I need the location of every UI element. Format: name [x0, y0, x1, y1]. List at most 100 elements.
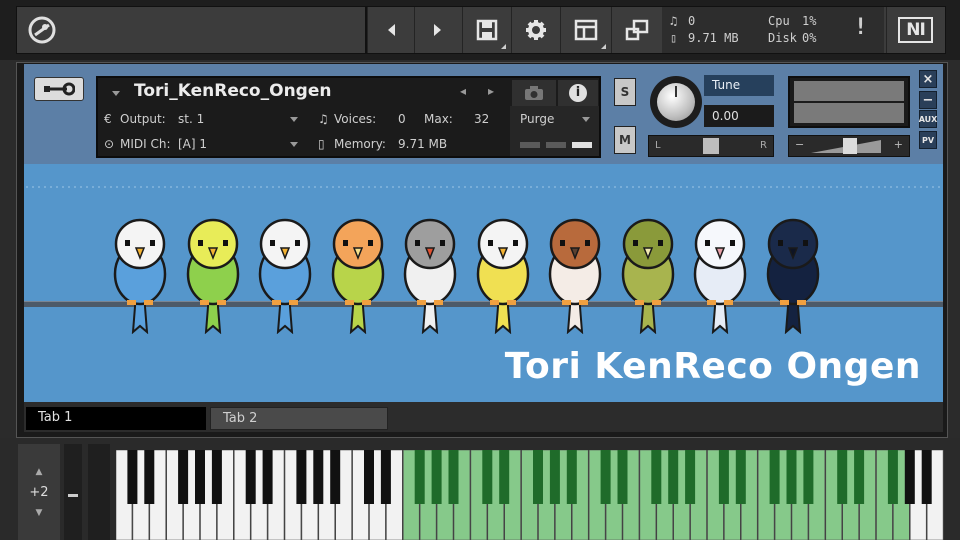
pan-handle[interactable] [703, 138, 719, 154]
minimize-view-button[interactable] [611, 7, 661, 53]
kontakt-logo-icon[interactable] [22, 7, 62, 53]
black-key[interactable] [803, 450, 814, 504]
black-key[interactable] [533, 450, 543, 504]
black-key[interactable] [769, 450, 780, 504]
black-key[interactable] [144, 450, 155, 504]
wrench-icon [44, 82, 75, 96]
close-instrument-button[interactable]: × [919, 70, 937, 88]
max-voices-value[interactable]: 32 [474, 112, 489, 126]
next-arrow-icon[interactable]: ▸ [488, 84, 494, 98]
octave-shift-control[interactable]: ▲ +2 ▼ [18, 444, 60, 540]
black-key[interactable] [549, 450, 560, 504]
black-key[interactable] [195, 450, 205, 504]
black-key[interactable] [330, 450, 341, 504]
midi-dropdown-arrow-icon[interactable] [290, 142, 298, 147]
black-key[interactable] [735, 450, 746, 504]
output-value[interactable]: st. 1 [178, 112, 204, 126]
pv-button[interactable]: PV [919, 131, 937, 149]
midi-activity-icon: ♫ [670, 14, 678, 28]
purge-dropdown[interactable]: Purge [510, 106, 599, 156]
rack-view-button[interactable] [560, 7, 610, 53]
snapshot-button[interactable] [512, 80, 556, 106]
warning-icon[interactable]: ! [854, 15, 867, 40]
save-button[interactable] [462, 7, 510, 53]
black-key[interactable] [617, 450, 628, 504]
midi-channel-label: MIDI Ch: [120, 137, 171, 151]
prev-icon [387, 24, 395, 36]
black-key[interactable] [431, 450, 442, 504]
tab-2[interactable]: Tab 2 [210, 407, 388, 430]
meter-right [794, 103, 904, 123]
instrument-name[interactable]: Tori_KenReco_Ongen [134, 81, 331, 101]
minimize-instrument-button[interactable]: − [919, 91, 937, 109]
camera-icon [525, 86, 543, 100]
aux-button[interactable]: AUX [919, 110, 937, 128]
black-key[interactable] [651, 450, 662, 504]
output-level-meters [788, 76, 910, 128]
black-key[interactable] [364, 450, 374, 504]
memory-chip-icon: ▯ [318, 137, 325, 151]
solo-button[interactable]: S [614, 78, 636, 106]
settings-button[interactable] [511, 7, 559, 53]
black-key[interactable] [178, 450, 189, 504]
ni-logo-icon[interactable]: NI [886, 7, 944, 53]
purge-indicator-2 [546, 142, 566, 148]
midi-channel-value[interactable]: [A] 1 [178, 137, 207, 151]
purge-dropdown-arrow-icon[interactable] [582, 117, 590, 122]
black-key[interactable] [211, 450, 222, 504]
memory-label: Memory: [334, 137, 386, 151]
prev-arrow-icon[interactable]: ◂ [460, 84, 466, 98]
tune-value[interactable]: 0.00 [704, 105, 774, 127]
black-key[interactable] [904, 450, 915, 504]
black-key[interactable] [380, 450, 391, 504]
octave-down-icon[interactable]: ▼ [36, 508, 43, 518]
mod-wheel[interactable] [64, 444, 82, 540]
memory-value: 9.71 MB [688, 31, 739, 45]
purge-indicator-3 [572, 142, 592, 148]
volume-handle[interactable] [843, 138, 857, 154]
black-key[interactable] [448, 450, 459, 504]
black-key[interactable] [786, 450, 797, 504]
purge-label[interactable]: Purge [520, 112, 554, 126]
black-key[interactable] [296, 450, 307, 504]
voices-value: 0 [398, 112, 406, 126]
black-key[interactable] [718, 450, 729, 504]
octave-up-icon[interactable]: ▲ [36, 467, 43, 477]
black-key[interactable] [887, 450, 898, 504]
save-icon [476, 19, 497, 41]
info-button[interactable]: i [558, 80, 598, 106]
midi-channel-icon: ⊙ [104, 137, 115, 151]
black-key[interactable] [499, 450, 510, 504]
bird-crow [766, 218, 819, 334]
black-key[interactable] [482, 450, 493, 504]
black-key[interactable] [313, 450, 324, 504]
output-dropdown-arrow-icon[interactable] [290, 117, 298, 122]
black-key[interactable] [414, 450, 425, 504]
edit-instrument-button[interactable] [34, 77, 84, 101]
black-key[interactable] [668, 450, 679, 504]
volume-slider[interactable]: − + [788, 135, 910, 157]
black-key[interactable] [854, 450, 865, 504]
pitch-wheel[interactable] [88, 444, 110, 540]
prev-instrument-button[interactable] [367, 7, 413, 53]
max-voices-label: Max: [424, 112, 453, 126]
tune-knob[interactable] [650, 76, 702, 128]
tab-1[interactable]: Tab 1 [26, 407, 206, 430]
next-instrument-button[interactable] [414, 7, 460, 53]
black-key[interactable] [262, 450, 273, 504]
minimize-view-icon [625, 19, 648, 41]
instrument-menu-arrow-icon[interactable] [112, 91, 120, 96]
pan-slider[interactable]: L R [648, 135, 774, 157]
mute-button[interactable]: M [614, 126, 636, 154]
black-key[interactable] [685, 450, 696, 504]
black-key[interactable] [600, 450, 611, 504]
black-key[interactable] [837, 450, 848, 504]
piano-keyboard[interactable] [116, 450, 944, 540]
black-key[interactable] [127, 450, 138, 504]
output-icon: € [104, 112, 112, 126]
black-key[interactable] [566, 450, 577, 504]
black-key[interactable] [245, 450, 256, 504]
black-key[interactable] [921, 450, 932, 504]
bird-sparrow [548, 218, 602, 334]
instrument-artwork: Tori KenReco Ongen [24, 164, 943, 402]
